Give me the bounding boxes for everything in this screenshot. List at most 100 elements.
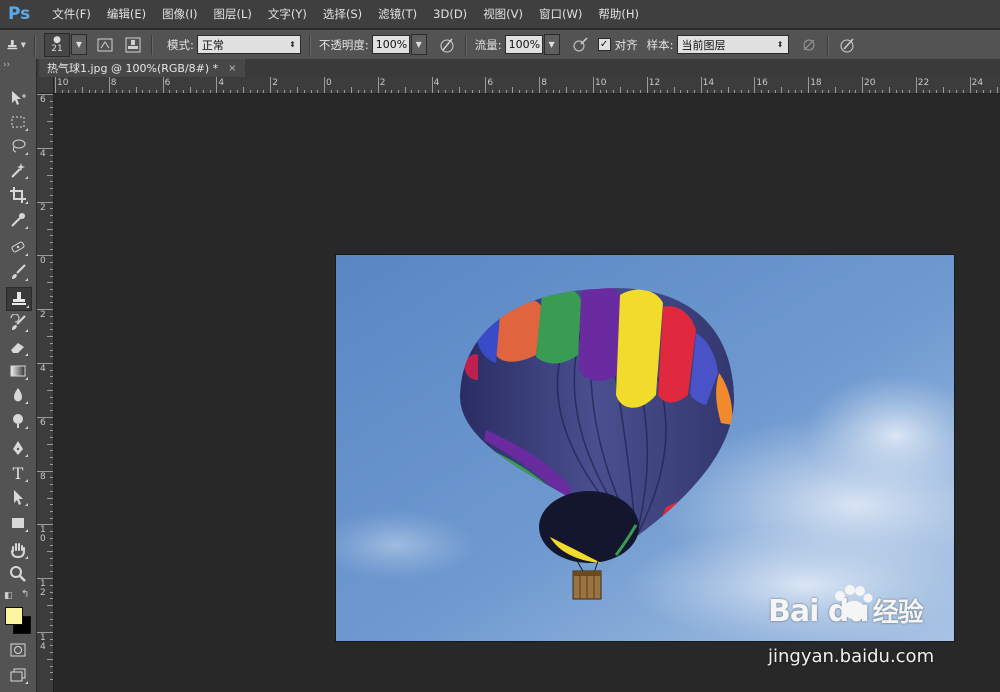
ruler-tick (37, 309, 53, 311)
ruler-tick (196, 90, 198, 93)
horizontal-ruler[interactable]: 10 8 6 4 2 0 2 4 6 8 10 12 14 16 18 20 22 24 (37, 77, 1000, 94)
menu-window[interactable]: 窗口(W) (531, 6, 590, 22)
pressure-opacity-button[interactable] (437, 35, 457, 55)
blur-tool[interactable] (6, 384, 30, 406)
crop-tool[interactable] (6, 184, 30, 206)
ruler-tick (37, 94, 53, 95)
document-tab[interactable]: 热气球1.jpg @ 100%(RGB/8#) * × (39, 59, 245, 77)
clone-source-icon (125, 37, 141, 52)
ruler-tick (808, 77, 810, 93)
menu-layer[interactable]: 图层(L) (206, 6, 260, 22)
ruler-label: 4 (433, 78, 440, 88)
pressure-size-button[interactable] (837, 35, 857, 55)
opacity-input[interactable]: 100% (371, 35, 410, 54)
menu-select[interactable]: 选择(S) (315, 6, 370, 22)
mode-select[interactable]: 正常 ⬍ (196, 35, 301, 54)
lasso-tool[interactable] (6, 135, 30, 157)
type-tool[interactable]: T (6, 462, 30, 484)
ruler-tick (37, 201, 53, 203)
ruler-tick (50, 114, 53, 116)
menu-view[interactable]: 视图(V) (475, 6, 531, 22)
close-icon[interactable]: × (228, 63, 236, 74)
menu-3d[interactable]: 3D(D) (425, 7, 475, 21)
menu-type[interactable]: 文字(Y) (260, 6, 315, 22)
collapse-toolbar-icon[interactable]: ›› (3, 60, 10, 70)
airbrush-button[interactable] (570, 35, 590, 55)
screen-mode-button[interactable] (6, 664, 30, 686)
tool-preset-picker[interactable]: ▼ (6, 35, 26, 55)
gradient-tool[interactable] (6, 360, 30, 382)
flow-slider-dropdown[interactable]: ▼ (543, 34, 560, 55)
menu-image[interactable]: 图像(I) (154, 6, 205, 22)
ruler-tick (935, 90, 937, 93)
ruler-tick (50, 457, 53, 459)
brush-picker-dropdown[interactable]: ▼ (71, 34, 87, 55)
foreground-color-swatch[interactable] (5, 607, 23, 625)
ruler-tick (485, 77, 487, 93)
history-brush-tool[interactable] (6, 312, 30, 334)
brush-tool[interactable] (6, 261, 30, 283)
ruler-tick (142, 90, 144, 93)
menu-file[interactable]: 文件(F) (44, 6, 99, 22)
ruler-tick (687, 90, 689, 93)
path-selection-tool[interactable] (6, 486, 30, 508)
ignore-adjustment-layers-button[interactable] (799, 35, 819, 55)
ruler-tick (55, 77, 56, 93)
pen-tool[interactable] (6, 437, 30, 459)
brush-preset-picker[interactable]: ● 21 (44, 32, 70, 57)
swap-colors-icon[interactable]: ↰ (21, 589, 29, 600)
ruler-tick (50, 652, 53, 654)
flow-input[interactable]: 100% (504, 35, 543, 54)
ruler-tick (431, 77, 433, 93)
ruler-tick (875, 90, 877, 93)
ruler-tick (176, 90, 178, 93)
ruler-tick (841, 90, 843, 93)
ruler-tick (532, 90, 534, 93)
clone-stamp-tool[interactable] (6, 287, 32, 311)
canvas-area[interactable] (54, 94, 1000, 692)
toggle-clone-source-panel-button[interactable] (123, 35, 143, 55)
vertical-ruler[interactable]: 6 4 2 0 2 4 6 8 1 0 1 2 1 4 (37, 93, 54, 692)
shape-tool[interactable] (6, 512, 30, 534)
dodge-tool[interactable] (6, 409, 30, 431)
ruler-tick (155, 90, 157, 93)
ruler-label: 10 (595, 78, 607, 88)
options-bar: ▼ ● 21 ▼ 模式: 正常 ⬍ 不透明度: 100% ▼ 流量: 100% … (0, 29, 1000, 60)
move-tool[interactable] (6, 87, 30, 109)
ruler-tick (50, 141, 53, 143)
ruler-origin[interactable] (37, 77, 54, 94)
ruler-label: 16 (756, 78, 768, 88)
ruler-tick (566, 87, 568, 93)
opacity-slider-dropdown[interactable]: ▼ (410, 34, 427, 55)
ruler-tick (182, 90, 184, 93)
clone-stamp-icon (7, 39, 18, 49)
ruler-tick (50, 625, 53, 627)
zoom-tool[interactable] (6, 563, 30, 585)
menu-filter[interactable]: 滤镜(T) (370, 6, 425, 22)
toggle-brush-panel-button[interactable] (95, 35, 115, 55)
ruler-label: 6 (487, 78, 494, 88)
ruler-tick (50, 215, 53, 217)
menu-help[interactable]: 帮助(H) (590, 6, 647, 22)
menu-edit[interactable]: 编辑(E) (99, 6, 154, 22)
eraser-tool[interactable] (6, 336, 30, 358)
ruler-tick (50, 181, 53, 183)
sample-select[interactable]: 当前图层 ⬍ (676, 35, 789, 54)
sample-label: 样本: (646, 37, 674, 52)
ruler-tick (50, 517, 53, 519)
ruler-tick (50, 571, 53, 573)
marquee-tool[interactable] (6, 111, 30, 133)
hand-tool[interactable] (6, 539, 30, 561)
quick-mask-button[interactable] (6, 639, 30, 661)
ruler-tick (50, 450, 53, 452)
aligned-checkbox[interactable]: ✓ (597, 38, 611, 51)
healing-brush-tool[interactable] (6, 236, 30, 258)
ruler-label: 14 (702, 78, 715, 88)
type-icon: T (12, 463, 24, 483)
ruler-tick (37, 147, 53, 149)
hot-air-balloon-photo[interactable] (336, 255, 954, 641)
ruler-tick (606, 90, 608, 93)
magic-wand-tool[interactable] (6, 159, 30, 181)
default-colors-icon[interactable]: ◧ (4, 591, 13, 601)
eyedropper-tool[interactable] (6, 209, 30, 231)
